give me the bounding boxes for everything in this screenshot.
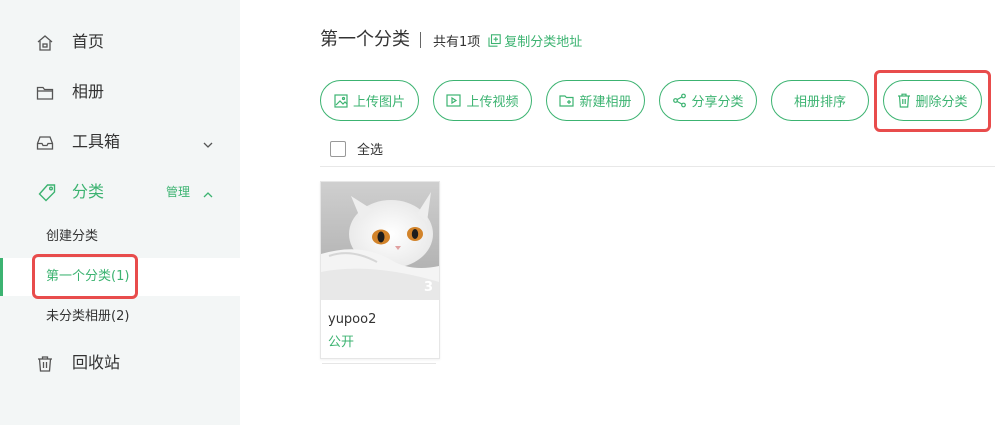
chevron-down-icon[interactable] bbox=[202, 136, 214, 148]
item-count: 共有1项 bbox=[433, 34, 481, 50]
page-title: 第一个分类 bbox=[320, 29, 410, 50]
select-all[interactable]: 全选 bbox=[330, 139, 383, 158]
album-visibility: 公开 bbox=[328, 335, 355, 350]
trash-icon bbox=[36, 355, 54, 373]
album-name[interactable]: yupoo2 bbox=[328, 312, 376, 327]
sidebar-item-home[interactable]: 首页 bbox=[0, 22, 240, 62]
app-window: 首页 相册 工具箱 分类 管理 创建分类 第一个分类(1) 未分类相册(2) 回… bbox=[0, 0, 995, 425]
sidebar-item-label: 分类 bbox=[72, 182, 105, 201]
sidebar-item-category[interactable]: 分类 管理 bbox=[0, 172, 240, 212]
chevron-up-icon[interactable] bbox=[202, 186, 214, 198]
title-divider bbox=[420, 32, 421, 48]
image-upload-icon bbox=[334, 94, 348, 108]
button-label: 分享分类 bbox=[691, 95, 744, 110]
highlight-box bbox=[874, 70, 991, 132]
tag-icon bbox=[37, 183, 56, 202]
select-all-checkbox[interactable] bbox=[330, 140, 346, 157]
sidebar-item-toolbox[interactable]: 工具箱 bbox=[0, 122, 240, 162]
copy-icon bbox=[488, 33, 502, 47]
new-album-button[interactable]: 新建相册 bbox=[546, 80, 645, 121]
share-category-button[interactable]: 分享分类 bbox=[659, 80, 757, 121]
button-label: 相册排序 bbox=[793, 95, 846, 110]
sidebar-item-label: 首页 bbox=[72, 32, 105, 51]
copy-link-label: 复制分类地址 bbox=[504, 34, 583, 50]
sort-albums-button[interactable]: 相册排序 bbox=[771, 80, 869, 121]
folder-icon bbox=[36, 84, 54, 102]
album-card[interactable]: 3 yupoo2 公开 bbox=[320, 181, 440, 359]
inbox-icon bbox=[36, 134, 54, 152]
sidebar-item-recycle-bin[interactable]: 回收站 bbox=[0, 343, 240, 383]
divider bbox=[320, 166, 995, 167]
sidebar-subitem-uncategorized[interactable]: 未分类相册(2) bbox=[0, 298, 240, 336]
active-indicator bbox=[0, 258, 3, 296]
home-icon bbox=[36, 34, 54, 52]
sidebar-item-label: 相册 bbox=[72, 82, 105, 101]
card-shadow bbox=[322, 361, 436, 364]
share-icon bbox=[673, 93, 687, 108]
photo-count-badge: 3 bbox=[423, 280, 433, 295]
button-label: 上传图片 bbox=[352, 95, 405, 110]
video-upload-icon bbox=[446, 94, 462, 107]
highlight-box bbox=[32, 254, 138, 299]
select-all-label: 全选 bbox=[357, 143, 384, 158]
button-label: 上传视频 bbox=[466, 95, 519, 110]
copy-category-link[interactable]: 复制分类地址 bbox=[488, 31, 582, 50]
sidebar-item-label: 回收站 bbox=[72, 353, 121, 372]
upload-image-button[interactable]: 上传图片 bbox=[320, 80, 419, 121]
sidebar-item-label: 工具箱 bbox=[72, 132, 121, 151]
add-folder-icon bbox=[559, 95, 575, 107]
sidebar-subitem-label: 未分类相册(2) bbox=[46, 309, 130, 324]
sidebar: 首页 相册 工具箱 分类 管理 创建分类 第一个分类(1) 未分类相册(2) 回… bbox=[0, 0, 240, 425]
sidebar-subitem-create-category[interactable]: 创建分类 bbox=[0, 218, 240, 256]
upload-video-button[interactable]: 上传视频 bbox=[433, 80, 532, 121]
sidebar-item-albums[interactable]: 相册 bbox=[0, 72, 240, 112]
album-thumbnail[interactable] bbox=[321, 182, 439, 300]
sidebar-subitem-label: 创建分类 bbox=[46, 229, 99, 244]
manage-link[interactable]: 管理 bbox=[166, 184, 190, 200]
button-label: 新建相册 bbox=[579, 95, 632, 110]
page-header: 第一个分类 共有1项 复制分类地址 bbox=[320, 28, 582, 52]
